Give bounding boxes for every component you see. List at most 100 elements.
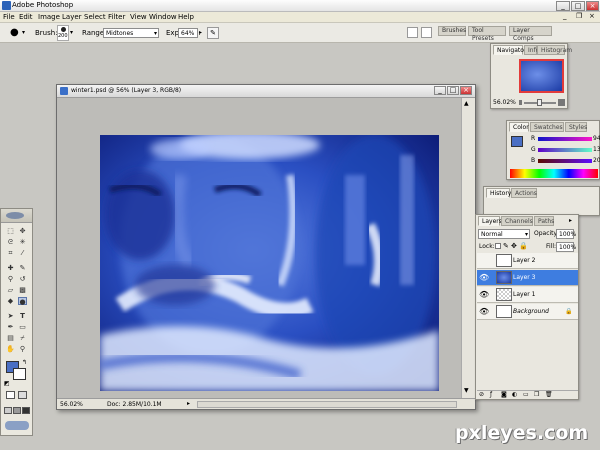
scroll-up-arrow-icon[interactable]: ▲ <box>464 100 469 107</box>
menu-edit[interactable]: Edit <box>19 13 33 21</box>
dodge-tool-preset-icon[interactable]: ● <box>10 27 22 39</box>
navigator-zoom[interactable]: 56.02% <box>493 99 516 106</box>
navigator-preview[interactable] <box>519 59 564 93</box>
artwork-canvas[interactable] <box>100 135 439 391</box>
preset-dropdown-arrow-icon[interactable]: ▾ <box>22 29 25 36</box>
eye-icon[interactable]: 👁 <box>479 291 489 299</box>
lock-pixels-icon[interactable]: ✎ <box>503 242 509 250</box>
range-select[interactable]: Midtones ▾ <box>103 28 159 38</box>
default-colors-icon[interactable]: ◩ <box>4 380 10 387</box>
menu-layer[interactable]: Layer <box>62 13 82 21</box>
file-browser-icon[interactable] <box>407 27 418 38</box>
exposure-dropdown-arrow-icon[interactable]: ▸ <box>199 29 202 36</box>
layer-row-layer-3[interactable]: 👁 Layer 3 <box>477 270 578 286</box>
menu-window[interactable]: Window <box>149 13 177 21</box>
workspace-icon[interactable] <box>421 27 432 38</box>
menu-close-button[interactable]: × <box>589 12 599 21</box>
background-color-swatch[interactable] <box>13 368 26 380</box>
tab-brushes[interactable]: Brushes <box>438 26 466 36</box>
standard-screen-mode-icon[interactable] <box>4 407 12 414</box>
color-foreground-swatch[interactable] <box>511 136 523 147</box>
document-title-bar[interactable]: winter1.psd @ 56% (Layer 3, RGB/8) _ □ × <box>57 85 475 98</box>
type-tool-icon[interactable]: T <box>18 312 27 320</box>
layer-row-layer-1[interactable]: 👁 Layer 1 <box>477 287 578 303</box>
status-menu-arrow-icon[interactable]: ▸ <box>187 400 190 407</box>
brush-picker[interactable]: 200 <box>57 25 69 41</box>
document-close-button[interactable]: × <box>460 86 472 95</box>
menu-file[interactable]: File <box>3 13 15 21</box>
quick-mask-mode-icon[interactable] <box>18 391 27 399</box>
layer-hidden-eye-icon[interactable] <box>479 257 489 264</box>
tab-actions[interactable]: Actions <box>511 188 537 198</box>
swap-colors-icon[interactable]: ↰ <box>22 359 27 366</box>
menu-minimize-button[interactable]: _ <box>563 12 573 21</box>
shape-tool-icon[interactable]: ▭ <box>18 323 27 331</box>
layer-mask-icon[interactable]: ◙ <box>501 391 507 398</box>
eye-icon[interactable]: 👁 <box>479 308 489 316</box>
pen-tool-icon[interactable]: ✒ <box>6 323 15 331</box>
tab-channels[interactable]: Channels <box>501 216 533 226</box>
layer-row-background[interactable]: 👁 Background 🔒 <box>477 304 578 320</box>
document-maximize-button[interactable]: □ <box>447 86 459 95</box>
menu-help[interactable]: Help <box>178 13 194 21</box>
marquee-tool-icon[interactable]: ⬚ <box>6 227 15 235</box>
zoom-out-icon[interactable] <box>519 100 522 105</box>
gradient-tool-icon[interactable]: ▩ <box>18 286 27 294</box>
minimize-button[interactable]: _ <box>556 1 570 11</box>
new-group-icon[interactable]: ▭ <box>523 391 529 398</box>
lock-all-icon[interactable]: 🔒 <box>519 242 528 250</box>
fill-input[interactable]: 100% <box>556 242 576 252</box>
close-button[interactable]: × <box>586 1 599 11</box>
vertical-scrollbar[interactable]: ▲ ▼ <box>461 98 475 398</box>
channel-r-value[interactable]: 94 <box>593 135 600 142</box>
document-minimize-button[interactable]: _ <box>434 86 446 95</box>
color-ramp[interactable] <box>510 169 598 178</box>
toolbox-header[interactable] <box>1 209 32 223</box>
menu-image[interactable]: Image <box>38 13 60 21</box>
brush-dropdown-arrow-icon[interactable]: ▾ <box>70 29 73 36</box>
standard-mode-icon[interactable] <box>6 391 15 399</box>
lock-transparency-icon[interactable] <box>495 243 501 249</box>
tab-layer-comps[interactable]: Layer Comps <box>509 26 552 42</box>
link-layers-icon[interactable]: ⊘ <box>479 391 484 398</box>
magic-wand-tool-icon[interactable]: ✳ <box>18 238 27 246</box>
airbrush-icon[interactable]: ✎ <box>207 27 219 39</box>
eyedropper-tool-icon[interactable]: ⌿ <box>18 334 27 342</box>
tab-history[interactable]: History <box>486 188 511 198</box>
tab-info[interactable]: Info <box>524 45 539 55</box>
menu-filter[interactable]: Filter <box>108 13 125 21</box>
palette-menu-arrow-icon[interactable]: ▸ <box>569 217 572 224</box>
channel-b-value[interactable]: 20 <box>593 157 600 164</box>
move-tool-icon[interactable]: ✥ <box>18 227 27 235</box>
delete-layer-icon[interactable]: 🗑 <box>545 391 553 398</box>
clone-stamp-tool-icon[interactable]: ⚲ <box>6 275 15 283</box>
brush-tool-icon[interactable]: ✎ <box>18 264 27 272</box>
menu-restore-button[interactable]: ❐ <box>576 12 586 21</box>
dodge-tool-icon[interactable]: ● <box>18 297 27 306</box>
opacity-input[interactable]: 100% <box>556 229 576 239</box>
new-layer-icon[interactable]: ❐ <box>534 391 539 398</box>
channel-r-slider[interactable] <box>538 137 592 141</box>
history-brush-tool-icon[interactable]: ↺ <box>18 275 27 283</box>
tab-paths[interactable]: Paths <box>534 216 554 226</box>
jump-to-imageready-icon[interactable] <box>5 421 29 430</box>
zoom-level[interactable]: 56.02% <box>60 401 83 408</box>
eye-icon[interactable]: 👁 <box>479 274 489 282</box>
path-selection-tool-icon[interactable]: ➤ <box>6 312 15 320</box>
maximize-button[interactable]: □ <box>571 1 585 11</box>
healing-brush-tool-icon[interactable]: ✚ <box>6 264 15 272</box>
channel-b-slider[interactable] <box>538 159 592 163</box>
tab-styles[interactable]: Styles <box>565 122 587 132</box>
channel-g-slider[interactable] <box>538 148 592 152</box>
crop-tool-icon[interactable]: ⌗ <box>6 249 15 257</box>
menu-view[interactable]: View <box>130 13 147 21</box>
zoom-tool-icon[interactable]: ⚲ <box>18 345 27 353</box>
blur-tool-icon[interactable]: ◆ <box>6 297 15 305</box>
tab-layers[interactable]: Layers <box>478 216 502 226</box>
full-screen-mode-icon[interactable] <box>22 407 30 414</box>
channel-g-value[interactable]: 13 <box>593 146 600 153</box>
lasso-tool-icon[interactable]: ᘓ <box>6 238 15 246</box>
exposure-input[interactable]: 64% <box>178 28 198 38</box>
blend-mode-select[interactable]: Normal ▾ <box>478 229 530 239</box>
menu-select[interactable]: Select <box>84 13 106 21</box>
